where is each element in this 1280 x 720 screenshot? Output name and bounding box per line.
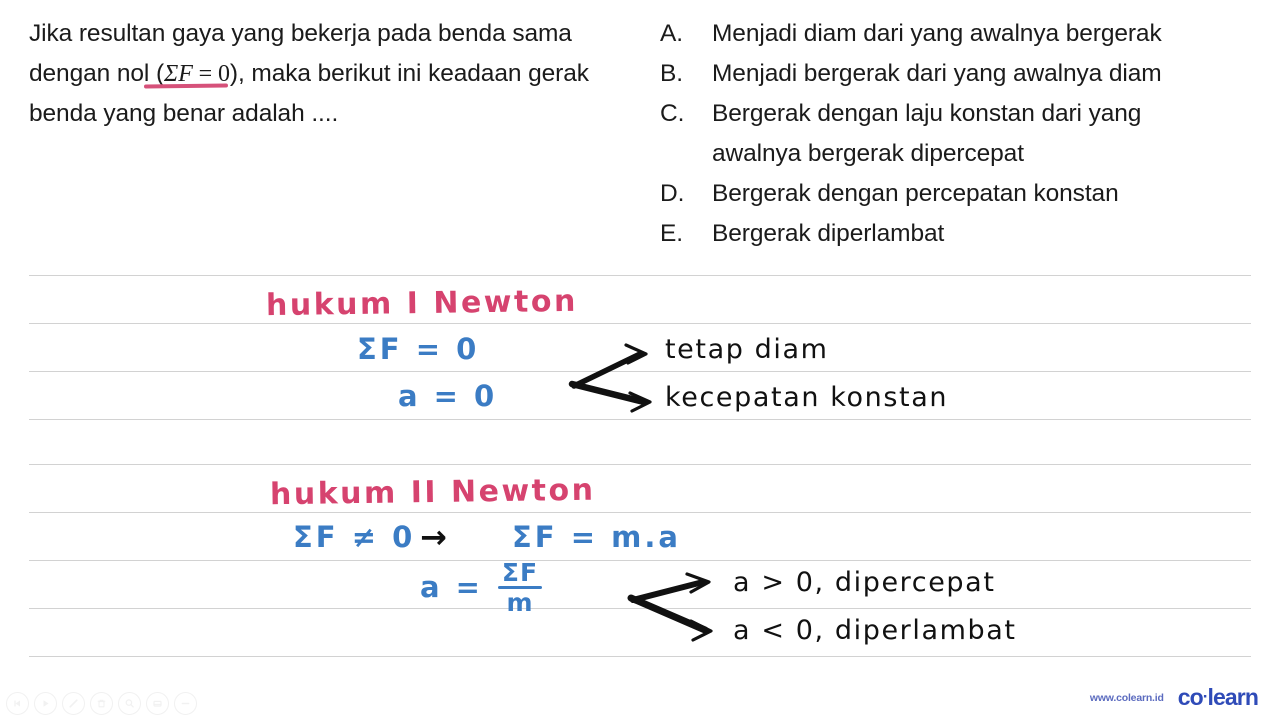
brand-logo: co·learn: [1177, 684, 1259, 711]
note-law2-equation-1-left: ΣF ≠ 0: [293, 520, 416, 554]
eraser-icon[interactable]: [146, 692, 169, 715]
rule-line: [29, 656, 1251, 657]
option-text-c: Bergerak dengan laju konstan dari yang aw…: [712, 94, 1260, 174]
question-stem: Jika resultan gaya yang bekerja pada ben…: [29, 14, 654, 134]
minus-icon[interactable]: [174, 692, 197, 715]
note-law1-title: hukum I Newton: [265, 283, 579, 324]
answer-option-c[interactable]: C. Bergerak dengan laju konstan dari yan…: [660, 94, 1260, 174]
rule-line: [29, 560, 1251, 561]
note-law1-result-2: kecepatan konstan: [665, 382, 949, 413]
playback-toolbar: [6, 692, 197, 715]
option-letter-e: E.: [660, 220, 683, 247]
option-letter-b: B.: [660, 60, 683, 87]
handwriting-notebook: hukum I Newton ΣF = 0 a = 0 tetap diam k…: [0, 262, 1280, 674]
option-letter-d: D.: [660, 180, 685, 207]
answer-options-list: A. Menjadi diam dari yang awalnya berger…: [660, 14, 1260, 254]
fraction-denominator: m: [506, 588, 534, 617]
option-text-a: Menjadi diam dari yang awalnya bergerak: [712, 20, 1162, 47]
rule-line: [29, 323, 1251, 324]
play-icon[interactable]: [34, 692, 57, 715]
option-text-e: Bergerak diperlambat: [712, 220, 945, 247]
rule-line: [29, 464, 1251, 465]
brand-logo-second: learn: [1207, 684, 1259, 710]
option-letter-c: C.: [660, 100, 685, 127]
answer-option-e[interactable]: E. Bergerak diperlambat: [660, 214, 1260, 254]
rule-line: [29, 512, 1251, 513]
rule-line: [29, 275, 1251, 276]
option-text-b: Menjadi bergerak dari yang awalnya diam: [712, 60, 1162, 87]
question-sigma-symbol: Σ: [164, 61, 179, 87]
answer-option-a[interactable]: A. Menjadi diam dari yang awalnya berger…: [660, 14, 1260, 54]
option-text-d: Bergerak dengan percepatan konstan: [712, 180, 1119, 207]
note-law2-equation-2-lhs: a =: [420, 570, 483, 604]
brand-area: www.colearn.id co·learn: [1089, 684, 1259, 711]
option-text-c-line2: awalnya bergerak dipercepat: [712, 140, 1024, 167]
note-law2-equation-2-fraction: ΣF m: [498, 558, 542, 618]
note-law2-brace-icon: [627, 572, 713, 642]
note-law1-brace-icon: [568, 343, 652, 413]
answer-option-d[interactable]: D. Bergerak dengan percepatan konstan: [660, 174, 1260, 214]
option-text-c-line1: Bergerak dengan laju konstan dari yang: [712, 100, 1142, 127]
note-law1-equation-2: a = 0: [398, 379, 498, 413]
brand-logo-dot: ·: [1202, 686, 1209, 706]
footer-bar: www.colearn.id co·learn: [0, 674, 1280, 720]
note-law2-title: hukum II Newton: [269, 472, 596, 513]
brand-url: www.colearn.id: [1089, 691, 1164, 704]
rule-line: [29, 419, 1251, 420]
note-law1-result-1: tetap diam: [665, 334, 829, 365]
pen-icon[interactable]: [62, 692, 85, 715]
question-area: Jika resultan gaya yang bekerja pada ben…: [0, 0, 1280, 262]
rewind-icon[interactable]: [6, 692, 29, 715]
note-law1-equation-1: ΣF = 0: [357, 332, 480, 366]
answer-option-b[interactable]: B. Menjadi bergerak dari yang awalnya di…: [660, 54, 1260, 94]
note-law2-equation-1-right: ΣF = m.a: [512, 520, 681, 554]
option-letter-a: A.: [660, 20, 683, 47]
note-law2-result-1: a > 0, dipercepat: [733, 567, 996, 598]
note-law2-result-2: a < 0, diperlambat: [733, 615, 1017, 646]
note-law2-implies-arrow-icon: →: [420, 518, 447, 556]
brand-logo-first: co: [1177, 684, 1204, 710]
trash-icon[interactable]: [90, 692, 113, 715]
fraction-numerator: ΣF: [501, 558, 539, 587]
zoom-icon[interactable]: [118, 692, 141, 715]
